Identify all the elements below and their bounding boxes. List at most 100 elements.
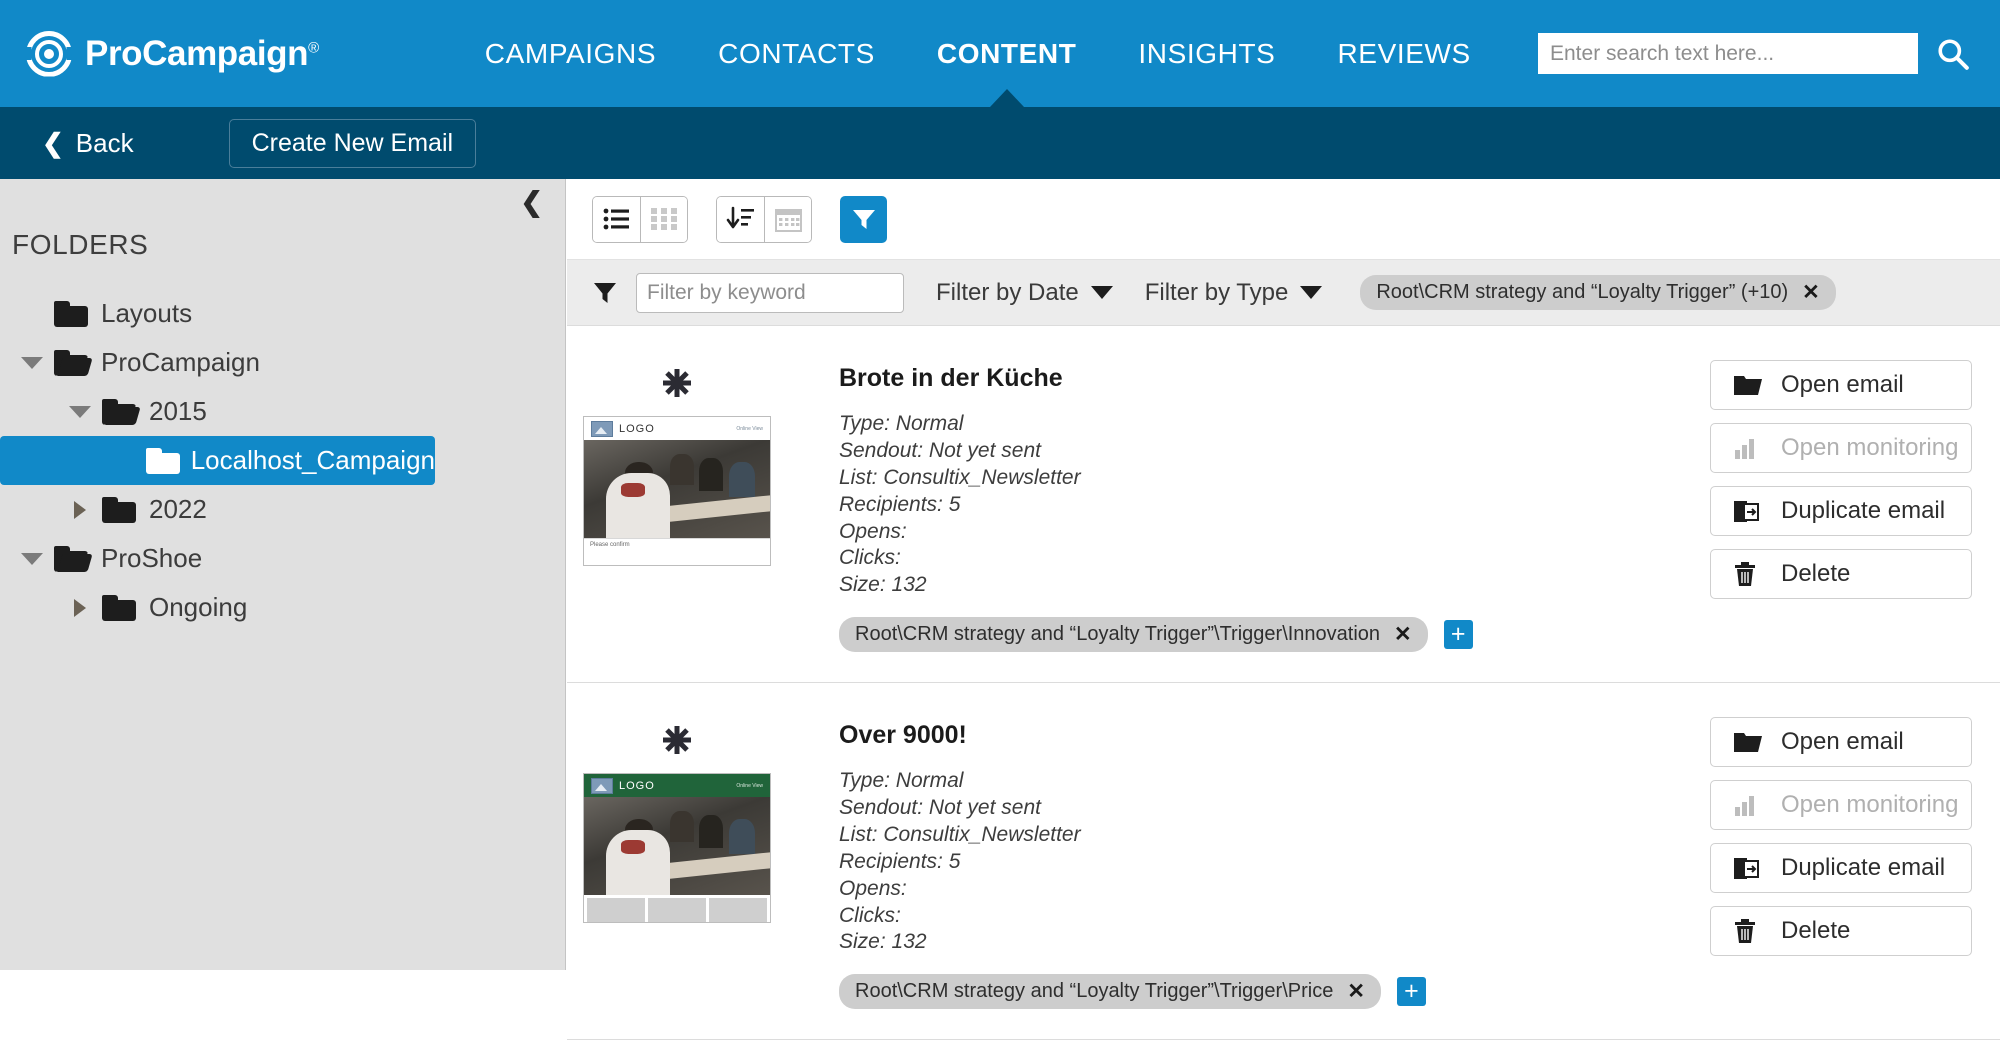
close-x-icon[interactable]: ✕	[1802, 280, 1820, 305]
chevron-down-icon	[1300, 286, 1323, 299]
thumbnail-header: LOGO Online View	[584, 774, 770, 798]
top-navigation-bar: ProCampaign® CAMPAIGNS CONTACTS CONTENT INS…	[0, 0, 2000, 107]
filter-keyword-input[interactable]	[636, 272, 904, 313]
sort-descending-icon[interactable]	[717, 196, 764, 242]
email-title[interactable]: Brote in der Küche	[839, 364, 1710, 393]
close-x-icon[interactable]: ✕	[1347, 979, 1365, 1004]
thumbnail-online-view-link[interactable]: Online View	[736, 783, 763, 789]
trash-icon	[1733, 918, 1771, 944]
search-input[interactable]	[1538, 33, 1918, 74]
folder-item-localhost-campaign[interactable]: Localhost_Campaign	[0, 436, 435, 485]
folder-item-proshoe[interactable]: ProShoe	[0, 534, 565, 583]
duplicate-icon	[1733, 856, 1771, 881]
email-preview-thumbnail[interactable]: LOGO Online View	[583, 773, 771, 924]
action-label: Duplicate email	[1781, 854, 1946, 882]
sidebar-collapse-icon[interactable]: ❮	[520, 189, 543, 216]
email-actions-column: Open email Open monitoring Duplicate email…	[1710, 348, 2000, 652]
funnel-filter-icon	[852, 210, 875, 229]
action-label: Delete	[1781, 560, 1851, 587]
email-tag[interactable]: Root\CRM strategy and “Loyalty Trigger”\…	[839, 617, 1428, 653]
folder-item-2022[interactable]: 2022	[0, 485, 565, 534]
app-logo[interactable]: ProCampaign®	[26, 30, 319, 77]
nav-item-campaigns[interactable]: CAMPAIGNS	[454, 0, 687, 107]
asterisk-icon[interactable]	[660, 723, 694, 757]
email-preview-thumbnail[interactable]: LOGO Online View Please confirm	[583, 416, 771, 566]
action-label: Open email	[1781, 371, 1904, 398]
filter-by-date-dropdown[interactable]: Filter by Date	[936, 279, 1113, 307]
folder-item-2015[interactable]: 2015	[0, 387, 565, 436]
duplicate-email-button[interactable]: Duplicate email	[1710, 843, 1972, 894]
open-folder-icon	[1733, 730, 1771, 754]
calendar-icon[interactable]	[764, 196, 811, 242]
email-metadata-line: Clicks:	[839, 546, 901, 570]
thumbnail-content-grid	[584, 895, 770, 923]
search-icon[interactable]	[1936, 37, 1970, 71]
folder-item-procampaign[interactable]: ProCampaign	[0, 338, 565, 387]
folders-sidebar: ❮ FOLDERS Layouts ProCampaign 2015 Localhos…	[0, 179, 566, 970]
filter-by-date-label: Filter by Date	[936, 278, 1079, 306]
filter-by-type-label: Filter by Type	[1144, 278, 1289, 306]
folder-twisty[interactable]	[58, 500, 102, 519]
caret-down-icon	[69, 405, 91, 418]
add-tag-button[interactable]: +	[1396, 977, 1426, 1007]
duplicate-icon	[1733, 499, 1771, 524]
nav-item-insights[interactable]: INSIGHTS	[1107, 0, 1306, 107]
create-new-email-button[interactable]: Create New Email	[228, 118, 477, 168]
email-metadata-line: Type: Normal	[839, 412, 964, 435]
thumbnail-online-view-link[interactable]: Online View	[736, 426, 763, 432]
folder-icon	[102, 496, 136, 523]
folder-twisty[interactable]	[10, 552, 54, 565]
funnel-icon	[594, 282, 616, 303]
nav-item-label: CAMPAIGNS	[484, 38, 657, 69]
folder-twisty[interactable]	[58, 598, 102, 617]
filter-toggle-button[interactable]	[840, 195, 887, 243]
email-title[interactable]: Over 9000!	[839, 721, 1710, 750]
folder-icon	[102, 594, 136, 621]
email-tag-row: Root\CRM strategy and “Loyalty Trigger”\…	[839, 974, 1710, 1010]
email-thumbnail-column: LOGO Online View Please confirm	[567, 348, 787, 652]
secondary-toolbar: ❮ Back Create New Email	[0, 107, 2000, 179]
folder-item-ongoing[interactable]: Ongoing	[0, 583, 565, 632]
caret-right-icon	[74, 598, 86, 617]
email-metadata-line: List: Consultix_Newsletter	[839, 822, 1081, 846]
add-tag-button[interactable]: +	[1443, 620, 1473, 650]
nav-item-contacts[interactable]: CONTACTS	[687, 0, 906, 107]
folder-label: Ongoing	[149, 592, 248, 622]
folder-open-icon	[54, 545, 93, 572]
thumbnail-footer: Please confirm	[584, 538, 770, 558]
active-filter-chip[interactable]: Root\CRM strategy and “Loyalty Trigger” …	[1360, 275, 1836, 310]
filter-by-type-dropdown[interactable]: Filter by Type	[1145, 279, 1323, 307]
delete-button[interactable]: Delete	[1710, 906, 1972, 957]
folder-item-layouts[interactable]: Layouts	[0, 289, 565, 338]
active-nav-caret	[989, 89, 1024, 107]
folder-twisty[interactable]	[58, 405, 102, 418]
back-button[interactable]: ❮ Back	[42, 128, 134, 159]
open-email-button[interactable]: Open email	[1710, 717, 1972, 768]
nav-item-label: CONTENT	[936, 38, 1077, 69]
view-toolbar	[567, 179, 2000, 259]
action-label: Open monitoring	[1781, 434, 1959, 461]
folder-label: Layouts	[101, 298, 193, 328]
open-email-button[interactable]: Open email	[1710, 360, 1972, 410]
folder-label: ProShoe	[101, 543, 203, 573]
duplicate-email-button[interactable]: Duplicate email	[1710, 486, 1972, 536]
asterisk-icon[interactable]	[660, 366, 694, 400]
active-filter-chip-label: Root\CRM strategy and “Loyalty Trigger” …	[1376, 281, 1789, 303]
email-tag[interactable]: Root\CRM strategy and “Loyalty Trigger”\…	[839, 974, 1381, 1010]
delete-button[interactable]: Delete	[1710, 549, 1972, 599]
thumbnail-logo-label: LOGO	[619, 422, 655, 435]
folder-twisty[interactable]	[10, 356, 54, 369]
email-list-item[interactable]: LOGO Online View Please confirm Brote in de…	[567, 326, 2000, 684]
nav-item-reviews[interactable]: REVIEWS	[1306, 0, 1501, 107]
nav-item-content[interactable]: CONTENT	[906, 0, 1108, 107]
list-view-icon[interactable]	[593, 196, 640, 242]
brand-label: ProCampaign	[85, 33, 309, 73]
grid-view-icon[interactable]	[640, 196, 687, 242]
email-metadata-line: Recipients: 5	[839, 849, 961, 873]
email-thumbnail-column: LOGO Online View	[567, 705, 787, 1009]
close-x-icon[interactable]: ✕	[1394, 622, 1412, 647]
folder-tree: Layouts ProCampaign 2015 Localhost_Campaign…	[0, 289, 565, 632]
chevron-down-icon	[1090, 286, 1113, 299]
folder-label: Localhost_Campaign	[190, 445, 435, 475]
email-list-item[interactable]: LOGO Online View Over 9000! Type: Normal Sen…	[567, 683, 2000, 1040]
